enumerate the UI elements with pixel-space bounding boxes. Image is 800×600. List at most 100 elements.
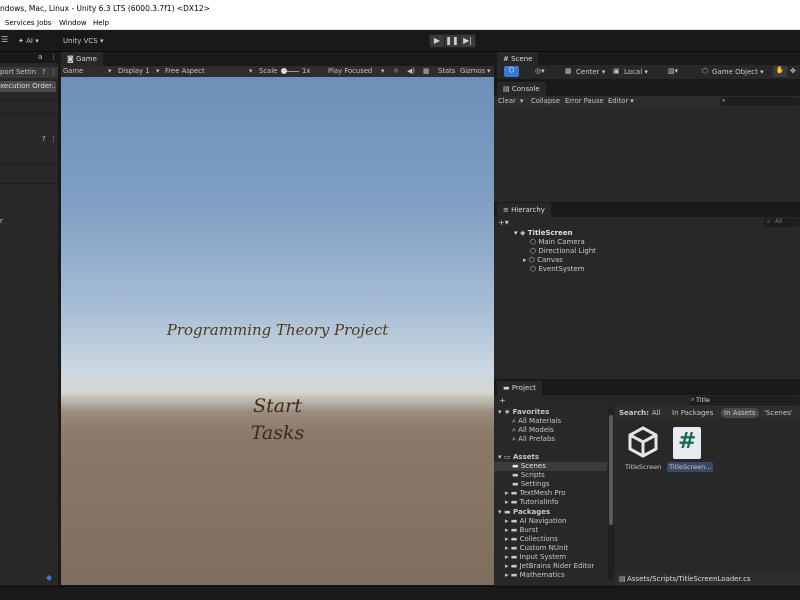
filter-in-packages[interactable]: In Packages: [672, 409, 713, 417]
package-item[interactable]: ▸ ▬ Mathematics: [505, 571, 565, 579]
editor-dropdown[interactable]: Editor ▾: [608, 97, 634, 105]
start-tasks-line1[interactable]: Start: [61, 395, 494, 417]
package-item[interactable]: ▸ ▬ Custom NUnit: [505, 544, 568, 552]
help-icon[interactable]: ?: [42, 68, 46, 76]
unity-vcs-button[interactable]: Unity VCS ▾: [63, 37, 104, 45]
menu-help[interactable]: Help: [93, 19, 109, 27]
chevron-down-icon[interactable]: ▾: [520, 97, 523, 105]
help-icon[interactable]: ?: [42, 135, 46, 143]
tag-icon[interactable]: ◆: [46, 573, 52, 582]
tree-scrollbar[interactable]: [608, 407, 614, 580]
ai-button[interactable]: ✦ AI ▾: [18, 37, 39, 45]
project-search-input[interactable]: ⌕ Title: [690, 396, 800, 405]
favorites-header[interactable]: ▾ ★ Favorites: [498, 408, 549, 416]
menu-window[interactable]: Window: [59, 19, 87, 27]
folder-item-settings[interactable]: ▬ Settings: [512, 480, 550, 488]
chevron-down-icon: ▾: [108, 67, 112, 75]
unity-scene-asset-icon[interactable]: [627, 426, 659, 458]
play-button[interactable]: ▶: [430, 35, 445, 47]
menu-jobs[interactable]: Jobs: [37, 19, 51, 27]
menu-icon[interactable]: ☰: [1, 35, 8, 44]
filter-in-assets[interactable]: In Assets: [721, 408, 759, 418]
chevron-down-icon: ▾: [514, 229, 518, 237]
add-button[interactable]: +▾: [498, 218, 509, 227]
gizmos-button[interactable]: Gizmos: [460, 67, 485, 75]
folder-item-tutorialinfo[interactable]: ▸ ▬ TutorialInfo: [505, 498, 559, 506]
folder-item-scenes[interactable]: ▬ Scenes: [512, 462, 546, 470]
cube-icon[interactable]: ⬡: [504, 66, 519, 77]
settings-icon[interactable]: ⋮: [50, 135, 57, 143]
left-tabbar: a ⋮: [0, 53, 58, 63]
search-filter-label: Search:: [619, 409, 649, 417]
execution-order-button[interactable]: xecution Order...: [0, 81, 56, 92]
folder-icon: ▬: [510, 498, 518, 506]
folder-icon: ▬: [503, 508, 511, 516]
folder-item-textmesh-pro[interactable]: ▸ ▬ TextMesh Pro: [505, 489, 566, 497]
keyboard-icon[interactable]: ▦: [423, 67, 429, 75]
package-item[interactable]: ▸ ▬ AI Navigation: [505, 517, 566, 525]
sun-icon[interactable]: ☼: [393, 67, 399, 75]
more-icon[interactable]: ⋮: [50, 53, 57, 61]
scale-slider-handle[interactable]: [281, 68, 287, 74]
console-search-input[interactable]: ⌕: [720, 97, 800, 106]
hand-icon[interactable]: ✋: [773, 66, 787, 77]
display-dropdown[interactable]: Display 1: [118, 67, 150, 75]
move-icon[interactable]: ✥: [790, 67, 796, 75]
console-tabbar: ▤ Console: [494, 82, 800, 96]
favorite-item[interactable]: ⌕ All Models: [512, 426, 554, 435]
tab-game[interactable]: ◙ Game: [61, 52, 103, 66]
tab-console[interactable]: ▤ Console: [497, 82, 546, 96]
tab-hierarchy[interactable]: ≡ Hierarchy: [497, 203, 551, 217]
hierarchy-scene-row[interactable]: ▾ ◈ TitleScreen: [514, 229, 573, 237]
hierarchy-item-eventsystem[interactable]: ⬡ EventSystem: [530, 265, 585, 273]
list-icon: ≡: [503, 206, 509, 214]
package-item[interactable]: ▸ ▬ Burst: [505, 526, 538, 534]
space-dropdown[interactable]: Local ▾: [624, 68, 648, 76]
clear-button[interactable]: Clear: [498, 97, 516, 105]
tab-project[interactable]: ▬ Project: [497, 381, 542, 395]
aspect-dropdown[interactable]: Free Aspect: [165, 67, 205, 75]
package-item[interactable]: ▸ ▬ Input System: [505, 553, 566, 561]
stats-button[interactable]: Stats: [438, 67, 455, 75]
favorite-item[interactable]: ⌕ All Materials: [512, 417, 561, 426]
settings-icon[interactable]: ⋮: [50, 68, 57, 76]
folder-item-scripts[interactable]: ▬ Scripts: [512, 471, 545, 479]
add-button[interactable]: +: [499, 396, 506, 405]
favorite-item[interactable]: ⌕ All Prefabs: [512, 435, 555, 444]
menu-services[interactable]: Services: [5, 19, 35, 27]
draw-mode-icon[interactable]: ◎▾: [535, 67, 545, 75]
snap-icon[interactable]: ▨▾: [668, 67, 678, 75]
scene-tabbar: # Scene: [497, 52, 800, 66]
asset-label-titlescreenloader[interactable]: TitleScreen...: [667, 462, 714, 472]
package-item[interactable]: ▸ ▬ Collections: [505, 535, 558, 543]
tab-scene[interactable]: # Scene: [497, 52, 539, 66]
search-icon: ⌕: [691, 396, 695, 403]
folder-icon: ▬: [510, 535, 518, 543]
pivot-dropdown[interactable]: Center ▾: [576, 68, 605, 76]
filter-all[interactable]: All: [652, 409, 661, 417]
scrollbar-thumb[interactable]: [609, 415, 613, 525]
hierarchy-item-main-camera[interactable]: ⬡ Main Camera: [530, 238, 585, 246]
packages-header[interactable]: ▾ ▬ Packages: [498, 508, 550, 516]
hierarchy-item-canvas[interactable]: ▸ ⬡ Canvas: [523, 256, 563, 264]
game-viewport[interactable]: Programming Theory Project Start Tasks: [61, 77, 494, 585]
asset-label-titlescreen[interactable]: TitleScreen: [625, 463, 661, 471]
filter-scenes[interactable]: 'Scenes': [764, 409, 793, 417]
play-focus-dropdown[interactable]: Play Focused: [328, 67, 372, 75]
step-button[interactable]: ▶|: [460, 35, 475, 47]
create-gameobject-dropdown[interactable]: Game Object ▾: [712, 68, 764, 76]
collapse-button[interactable]: Collapse: [531, 97, 560, 105]
hierarchy-search-input[interactable]: ⌕ All: [764, 218, 800, 227]
audio-icon[interactable]: ◀): [407, 67, 415, 75]
game-mode-dropdown[interactable]: Game: [63, 67, 83, 75]
chevron-down-icon: ▾: [381, 67, 385, 75]
start-tasks-line2[interactable]: Tasks: [61, 422, 494, 444]
pause-button[interactable]: ❚❚: [445, 35, 460, 47]
hierarchy-item-directional-light[interactable]: ⬡ Directional Light: [530, 247, 596, 255]
error-pause-button[interactable]: Error Pause: [565, 97, 604, 105]
hierarchy-tabbar: ≡ Hierarchy: [494, 203, 800, 217]
csharp-script-icon[interactable]: #: [673, 427, 701, 459]
lock-icon[interactable]: a: [38, 53, 42, 61]
assets-header[interactable]: ▾ ▭ Assets: [498, 453, 539, 461]
package-item[interactable]: ▸ ▬ JetBrains Rider Editor: [505, 562, 594, 570]
